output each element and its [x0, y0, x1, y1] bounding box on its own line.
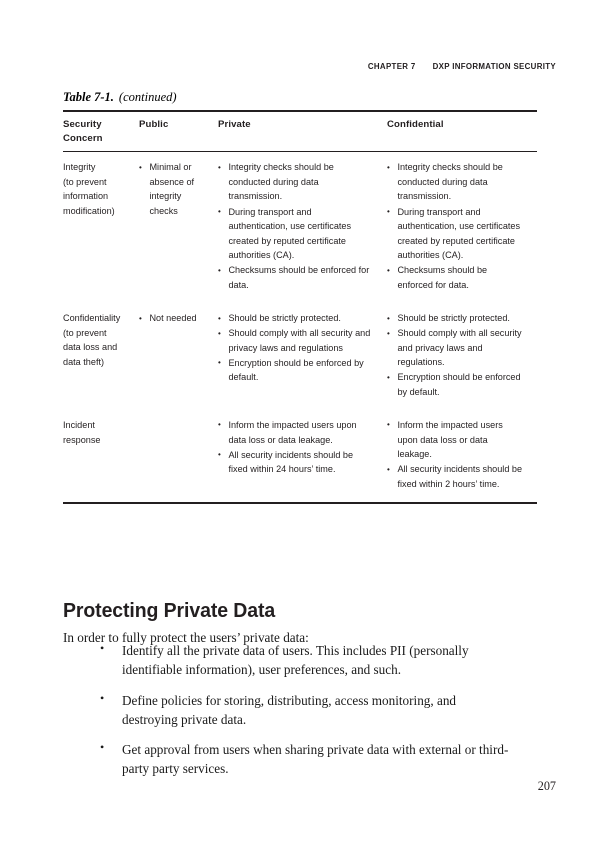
list-item: Get approval from users when sharing pri… — [100, 739, 514, 779]
column-header-public: Public — [139, 119, 169, 130]
list-item: All security incidents should be fixed w… — [387, 463, 524, 492]
cell-security-concern: Integrity (to prevent information modificat… — [63, 152, 139, 303]
table-body: Security Concern Public Private Confiden… — [63, 112, 537, 151]
security-concerns-table: Security Concern Public Private Confiden… — [63, 110, 537, 504]
recommendations-list: Identify all the private data of users. … — [100, 640, 514, 790]
list-item: Define policies for storing, distributin… — [100, 690, 514, 730]
table-bottom-rule — [63, 501, 537, 504]
concern-line: data theft) — [63, 356, 105, 368]
cell-public: Minimal or absence of integrity checks — [139, 152, 218, 303]
concern-line: data loss and — [63, 342, 118, 354]
table-row: Confidentiality (to prevent data loss and d… — [63, 303, 537, 410]
cell-public — [139, 410, 218, 502]
cell-confidential: Should be strictly protected.Should comp… — [387, 303, 537, 410]
cell-confidential-list: Inform the impacted users upon data loss… — [387, 418, 524, 492]
concern-line: response — [63, 434, 101, 446]
list-item: During transport and authentication, use… — [218, 205, 373, 264]
list-item: Integrity checks should be conducted dur… — [218, 161, 373, 205]
page-number: 207 — [537, 779, 556, 793]
cell-private: Should be strictly protected.Should comp… — [218, 303, 387, 410]
list-item: Should comply with all security and priv… — [218, 327, 373, 356]
cell-public: Not needed — [139, 303, 218, 410]
table-caption: Table 7-1. (continued) — [63, 90, 177, 105]
list-item: Encryption should be enforced by default… — [387, 371, 524, 400]
list-item: Checksums should be enforced for data. — [387, 264, 524, 293]
table-caption-continued: (continued) — [118, 90, 177, 104]
table-row: Integrity (to prevent information modificat… — [63, 152, 537, 303]
document-page: CHAPTER 7 DXP INFORMATION SECURITY Table… — [0, 0, 600, 857]
table-data-rows: Integrity (to prevent information modificat… — [63, 152, 537, 502]
cell-confidential-list: Should be strictly protected.Should comp… — [387, 312, 524, 400]
cell-private-list: Integrity checks should be conducted dur… — [218, 161, 373, 293]
column-header-line-1: Security — [63, 119, 102, 130]
concern-line: (to prevent — [63, 327, 107, 339]
concern-line: Integrity — [63, 162, 96, 174]
cell-public-list: Minimal or absence of integrity checks — [139, 161, 208, 219]
concern-line: (to prevent — [63, 176, 107, 188]
concern-line: information — [63, 191, 109, 203]
cell-private: Integrity checks should be conducted dur… — [218, 152, 387, 303]
cell-confidential: Inform the impacted users upon data loss… — [387, 410, 537, 502]
table-caption-number: Table 7-1. — [63, 90, 114, 104]
page-title: Protecting Private Data — [63, 599, 276, 622]
table-header-row: Security Concern Public Private Confiden… — [63, 112, 537, 151]
list-item: Should comply with all security and priv… — [387, 327, 524, 371]
column-header-private: Private — [218, 119, 251, 130]
table-rows-container: Integrity (to prevent information modificat… — [63, 152, 537, 502]
list-item: All security incidents should be fixed w… — [218, 448, 373, 478]
list-item: Not needed — [139, 312, 208, 327]
concern-line: modification) — [63, 206, 115, 218]
list-item: During transport and authentication, use… — [387, 205, 524, 264]
list-item: Inform the impacted users upon data loss… — [387, 418, 524, 463]
cell-private-list: Inform the impacted users upon data loss… — [218, 418, 373, 478]
table-row: Incident response Inform the impacted user… — [63, 410, 537, 502]
column-header-line-2: Concern — [63, 132, 103, 144]
cell-confidential: Integrity checks should be conducted dur… — [387, 152, 537, 303]
cell-security-concern: Incident response — [63, 410, 139, 502]
running-head-title: DXP INFORMATION SECURITY — [432, 61, 556, 71]
list-item: Minimal or absence of integrity checks — [139, 161, 208, 219]
list-item: Identify all the private data of users. … — [100, 640, 514, 680]
cell-security-concern: Confidentiality (to prevent data loss and d… — [63, 303, 139, 410]
column-header-security-concern: Security Concern — [63, 112, 139, 151]
concern-line: Confidentiality — [63, 313, 121, 325]
cell-private-list: Should be strictly protected.Should comp… — [218, 312, 373, 386]
running-head-chapter: CHAPTER 7 — [367, 61, 416, 71]
list-item: Integrity checks should be conducted dur… — [387, 161, 524, 205]
list-item: Should be strictly protected. — [218, 312, 373, 327]
column-header-confidential: Confidential — [387, 119, 444, 130]
concern-line: Incident — [63, 419, 95, 431]
cell-confidential-list: Integrity checks should be conducted dur… — [387, 161, 524, 293]
list-item: Encryption should be enforced by default… — [218, 356, 373, 386]
list-item: Checksums should be enforced for data. — [218, 264, 373, 293]
running-head: CHAPTER 7 DXP INFORMATION SECURITY — [44, 61, 556, 71]
cell-public-list: Not needed — [139, 312, 208, 327]
list-item: Should be strictly protected. — [387, 312, 524, 327]
cell-private: Inform the impacted users upon data loss… — [218, 410, 387, 502]
list-item: Inform the impacted users upon data loss… — [218, 418, 373, 448]
